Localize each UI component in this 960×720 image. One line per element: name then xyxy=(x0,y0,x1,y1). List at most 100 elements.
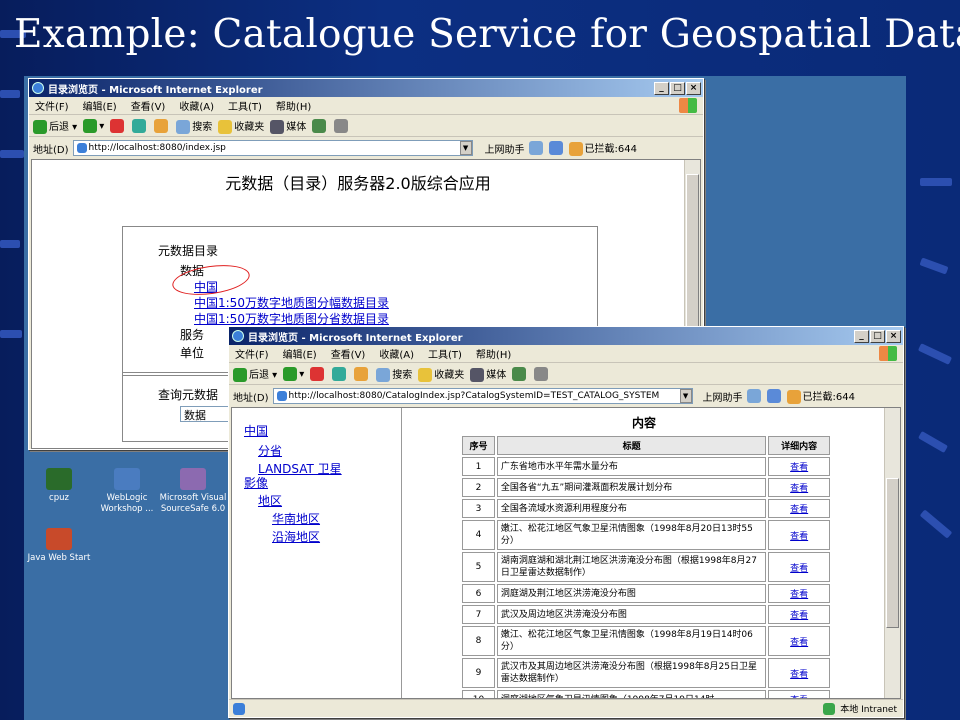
media-button[interactable]: 媒体 xyxy=(270,118,306,134)
search-button[interactable]: 搜索 xyxy=(376,366,412,382)
print-icon[interactable] xyxy=(334,118,349,133)
mail-icon[interactable] xyxy=(528,141,543,155)
ie-window-catalog[interactable]: 目录浏览页 - Microsoft Internet Explorer _ □ … xyxy=(228,326,904,718)
tree-region[interactable]: 地区 xyxy=(258,494,282,508)
mail-icon[interactable] xyxy=(746,389,761,403)
address-dropdown[interactable]: ▼ xyxy=(679,389,692,403)
history-icon[interactable] xyxy=(512,366,527,381)
catalog-tree: 中国 分省 LANDSAT 卫星 影像 地区 华南地区 沿海地区 xyxy=(232,408,402,698)
menu-help[interactable]: 帮助(H) xyxy=(476,346,511,361)
refresh-icon[interactable] xyxy=(332,366,347,381)
menu-file[interactable]: 文件(F) xyxy=(235,346,269,361)
popup-blocked[interactable]: 已拦截:644 xyxy=(568,140,637,156)
view-link[interactable]: 查看 xyxy=(790,484,808,494)
table-row: 3 全国各流域水资源利用程度分布 查看 xyxy=(462,499,830,518)
decor-dash xyxy=(918,431,948,453)
minimize-button[interactable]: _ xyxy=(854,329,869,343)
search-button[interactable]: 搜索 xyxy=(176,118,212,134)
desktop-icon-cpuz[interactable]: cpuz xyxy=(24,468,94,504)
back-button[interactable]: 后退 ▾ xyxy=(233,366,277,382)
menu-view[interactable]: 查看(V) xyxy=(331,346,366,361)
window-titlebar[interactable]: 目录浏览页 - Microsoft Internet Explorer _ □ … xyxy=(29,79,703,97)
forward-button[interactable]: ▾ xyxy=(283,366,304,381)
decor-dash xyxy=(0,240,20,248)
home-icon[interactable] xyxy=(154,118,169,133)
address-input[interactable]: http://localhost:8080/CatalogIndex.jsp?C… xyxy=(272,388,693,404)
tree-coastal[interactable]: 沿海地区 xyxy=(272,530,320,544)
table-row: 7 武汉及周边地区洪涝淹没分布图 查看 xyxy=(462,605,830,624)
address-input[interactable]: http://localhost:8080/index.jsp ▼ xyxy=(72,140,473,156)
window-titlebar[interactable]: 目录浏览页 - Microsoft Internet Explorer _ □ … xyxy=(229,327,903,345)
minimize-button[interactable]: _ xyxy=(654,81,669,95)
menu-favorites[interactable]: 收藏(A) xyxy=(379,346,414,361)
link-map-sheet-catalog[interactable]: 中国1:50万数字地质图分幅数据目录 xyxy=(194,296,389,310)
address-dropdown[interactable]: ▼ xyxy=(459,141,472,155)
view-link[interactable]: 查看 xyxy=(790,611,808,621)
refresh-icon[interactable] xyxy=(132,118,147,133)
close-button[interactable]: × xyxy=(686,81,701,95)
star-icon xyxy=(218,119,233,134)
view-link[interactable]: 查看 xyxy=(790,505,808,515)
decor-dash xyxy=(0,330,22,338)
close-button[interactable]: × xyxy=(886,329,901,343)
favorites-button[interactable]: 收藏夹 xyxy=(218,118,264,134)
windows-logo-icon xyxy=(879,346,897,361)
favorites-button[interactable]: 收藏夹 xyxy=(418,366,464,382)
tree-south-china[interactable]: 华南地区 xyxy=(272,512,320,526)
popup-blocked[interactable]: 已拦截:644 xyxy=(786,388,855,404)
desktop-icon-weblogic[interactable]: WebLogic Workshop ... xyxy=(92,468,162,515)
page-content: 中国 分省 LANDSAT 卫星 影像 地区 华南地区 沿海地区 内容 序号 标… xyxy=(231,407,901,699)
menu-edit[interactable]: 编辑(E) xyxy=(283,346,317,361)
edit-icon[interactable] xyxy=(548,141,563,155)
media-icon xyxy=(470,367,485,382)
tree-china[interactable]: 中国 xyxy=(244,424,268,438)
print-icon[interactable] xyxy=(534,366,549,381)
toolbar: 后退 ▾ ▾ 搜索 收藏夹 媒体 xyxy=(29,115,703,137)
menu-help[interactable]: 帮助(H) xyxy=(276,98,311,113)
menu-tools[interactable]: 工具(T) xyxy=(228,98,262,113)
view-link[interactable]: 查看 xyxy=(790,638,808,648)
view-link[interactable]: 查看 xyxy=(790,463,808,473)
maximize-button[interactable]: □ xyxy=(870,329,885,343)
view-link[interactable]: 查看 xyxy=(790,590,808,600)
menu-tools[interactable]: 工具(T) xyxy=(428,346,462,361)
catalog-content: 内容 序号 标题 详细内容 1 广东省地市水平年需水量分布 查看 2 全国各省“九五”… xyxy=(404,408,884,698)
tree-landsat[interactable]: LANDSAT 卫星 xyxy=(258,462,342,476)
intranet-icon xyxy=(823,702,836,715)
tree-image[interactable]: 影像 xyxy=(244,476,268,490)
vertical-scrollbar[interactable] xyxy=(884,408,900,698)
home-icon[interactable] xyxy=(354,366,369,381)
menu-bar: 文件(F) 编辑(E) 查看(V) 收藏(A) 工具(T) 帮助(H) xyxy=(229,345,903,363)
search-icon xyxy=(376,367,391,382)
address-bar: 地址(D) http://localhost:8080/index.jsp ▼ … xyxy=(29,137,703,159)
edit-icon[interactable] xyxy=(766,389,781,403)
tree-province[interactable]: 分省 xyxy=(258,444,282,458)
link-province-catalog[interactable]: 中国1:50万数字地质图分省数据目录 xyxy=(194,312,389,326)
desktop-icon-javaws[interactable]: Java Web Start xyxy=(24,528,94,564)
windows-logo-icon xyxy=(679,98,697,113)
query-metadata-label: 查询元数据 xyxy=(158,388,219,402)
back-arrow-icon xyxy=(233,367,247,382)
view-link[interactable]: 查看 xyxy=(790,532,808,542)
assistant-label[interactable]: 上网助手 xyxy=(703,389,743,404)
menu-favorites[interactable]: 收藏(A) xyxy=(179,98,214,113)
desktop-icon-sourcesafe[interactable]: Microsoft Visual SourceSafe 6.0 xyxy=(158,468,228,515)
menu-view[interactable]: 查看(V) xyxy=(131,98,166,113)
stop-icon[interactable] xyxy=(310,366,325,381)
stop-icon[interactable] xyxy=(110,118,125,133)
media-button[interactable]: 媒体 xyxy=(470,366,506,382)
maximize-button[interactable]: □ xyxy=(670,81,685,95)
history-icon[interactable] xyxy=(312,118,327,133)
menu-edit[interactable]: 编辑(E) xyxy=(83,98,117,113)
view-link[interactable]: 查看 xyxy=(790,564,808,574)
menu-file[interactable]: 文件(F) xyxy=(35,98,69,113)
back-button[interactable]: 后退 ▾ xyxy=(33,118,77,134)
security-zone: 本地 Intranet xyxy=(823,702,897,715)
view-link[interactable]: 查看 xyxy=(790,670,808,680)
scroll-thumb[interactable] xyxy=(886,478,899,628)
java-icon xyxy=(46,528,72,550)
table-row: 1 广东省地市水平年需水量分布 查看 xyxy=(462,457,830,476)
forward-button[interactable]: ▾ xyxy=(83,118,104,133)
assistant-label[interactable]: 上网助手 xyxy=(485,141,525,156)
ie-icon xyxy=(32,82,44,94)
